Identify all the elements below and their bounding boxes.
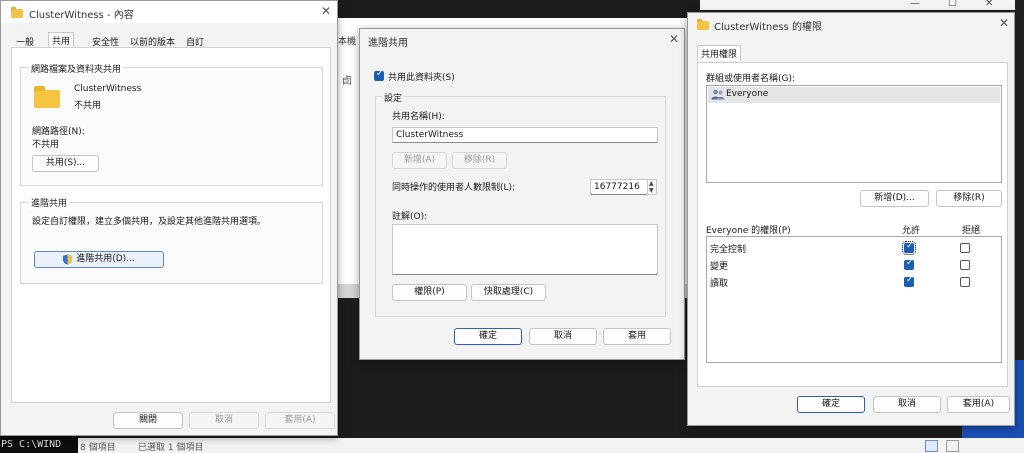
permission-change: 變更 xyxy=(710,262,729,272)
items-count: 8 個項目 xyxy=(80,443,116,453)
permissions-button[interactable]: 權限(P) xyxy=(392,284,467,301)
tab-customize[interactable]: 自訂 xyxy=(183,34,207,48)
permissions-titlebar: ClusterWitness 的權限 ✕ xyxy=(688,13,1014,35)
group-users-label: 群組或使用者名稱(G): xyxy=(706,74,796,84)
uac-shield-icon xyxy=(62,254,73,265)
deny-change-checkbox[interactable] xyxy=(960,260,970,270)
comment-field[interactable] xyxy=(392,224,658,275)
apply-button[interactable]: 套用 xyxy=(603,328,671,345)
sharing-panel: 網路檔案及資料夾共用 ClusterWitness 不共用 網路路徑(N): 不… xyxy=(11,47,331,403)
tab-previous-versions[interactable]: 以前的版本 xyxy=(127,34,178,48)
allow-header: 允許 xyxy=(902,226,921,236)
cancel-button[interactable]: 取消 xyxy=(189,412,259,429)
permissions-dialog: ClusterWitness 的權限 ✕ 共用權限 群組或使用者名稱(G): E… xyxy=(687,12,1015,426)
close-icon[interactable]: ✕ xyxy=(669,32,679,46)
spin-down-icon[interactable]: ▼ xyxy=(649,188,654,194)
folder-name: ClusterWitness xyxy=(74,84,142,94)
share-button[interactable]: 共用(S)... xyxy=(32,155,99,172)
dialog-title: ClusterWitness - 內容 xyxy=(29,10,134,21)
folder-icon xyxy=(34,86,60,108)
user-name: Everyone xyxy=(726,89,769,99)
share-folder-label: 共用此資料夾(S) xyxy=(388,73,455,83)
permission-read: 讀取 xyxy=(710,279,729,289)
network-path-value: 不共用 xyxy=(32,140,60,150)
apply-button[interactable]: 套用(A) xyxy=(947,396,1010,413)
list-item[interactable]: Everyone xyxy=(708,87,1000,103)
permissions-header: Everyone 的權限(P) xyxy=(706,226,791,236)
close-button[interactable]: 關閉 xyxy=(113,412,183,429)
dialog-title: 進階共用 xyxy=(368,38,408,49)
advanced-sharing-dialog: 進階共用 ✕ 共用此資料夾(S) 設定 共用名稱(H): ClusterWitn… xyxy=(359,28,685,360)
advanced-description: 設定自訂權限，建立多個共用，及設定其他進階共用選項。 xyxy=(32,217,267,227)
group-title: 設定 xyxy=(382,91,405,104)
deny-full-control-checkbox[interactable] xyxy=(960,243,970,253)
allow-full-control-checkbox[interactable] xyxy=(902,241,916,255)
properties-dialog: ClusterWitness - 內容 ✕ 一般 共用 安全性 以前的版本 自訂… xyxy=(0,0,338,436)
tiles-view-icon[interactable] xyxy=(946,440,959,452)
folder-icon xyxy=(697,19,709,30)
share-name-label: 共用名稱(H): xyxy=(392,112,445,122)
allow-change-checkbox[interactable] xyxy=(904,258,914,270)
close-icon[interactable]: ✕ xyxy=(999,16,1009,30)
cancel-button[interactable]: 取消 xyxy=(873,396,941,413)
remove-share-button[interactable]: 移除(R) xyxy=(452,152,507,169)
ok-button[interactable]: 確定 xyxy=(797,396,865,413)
tab-security[interactable]: 安全性 xyxy=(89,34,122,48)
deny-read-checkbox[interactable] xyxy=(960,277,970,287)
dialog-title: ClusterWitness 的權限 xyxy=(714,22,822,33)
add-share-button[interactable]: 新增(A) xyxy=(392,152,447,169)
user-limit-field[interactable]: 16777216 xyxy=(590,179,648,195)
tab-sharing[interactable]: 共用 xyxy=(48,32,75,48)
tab-general[interactable]: 一般 xyxy=(13,34,37,48)
users-group-icon xyxy=(711,89,725,100)
deny-header: 拒絕 xyxy=(962,226,981,236)
cancel-button[interactable]: 取消 xyxy=(529,328,597,345)
network-path-label: 網路路徑(N): xyxy=(32,127,85,137)
maximize-icon[interactable]: ☐ xyxy=(948,0,957,9)
group-title: 網路檔案及資料夾共用 xyxy=(29,62,124,75)
comment-label: 註解(O): xyxy=(392,212,428,222)
selected-count: 已選取 1 個項目 xyxy=(138,443,204,453)
allow-read-checkbox[interactable] xyxy=(904,275,914,287)
share-folder-checkbox[interactable] xyxy=(374,69,384,81)
window-controls: — ☐ ✕ xyxy=(700,0,1020,10)
advanced-sharing-button[interactable]: 進階共用(D)... xyxy=(34,251,164,268)
properties-titlebar: ClusterWitness - 內容 ✕ xyxy=(1,1,337,23)
advanced-sharing-label: 進階共用(D)... xyxy=(76,254,135,264)
remove-user-button[interactable]: 移除(R) xyxy=(936,190,1002,207)
permission-full-control: 完全控制 xyxy=(710,245,747,255)
folder-icon xyxy=(11,7,23,18)
users-list[interactable]: Everyone xyxy=(706,85,1002,183)
ok-button[interactable]: 確定 xyxy=(454,328,522,345)
tab-share-permissions[interactable]: 共用權限 xyxy=(697,45,742,61)
user-limit-label: 同時操作的使用者人數限制(L): xyxy=(392,183,516,193)
minimize-icon[interactable]: — xyxy=(910,0,920,9)
add-user-button[interactable]: 新增(D)... xyxy=(860,190,929,207)
permissions-list: 完全控制 變更 讀取 xyxy=(706,236,1002,363)
close-icon[interactable]: ✕ xyxy=(321,4,331,18)
close-icon[interactable]: ✕ xyxy=(985,0,993,9)
share-name-field[interactable]: ClusterWitness xyxy=(392,127,658,143)
group-title: 進階共用 xyxy=(29,196,70,209)
caching-button[interactable]: 快取處理(C) xyxy=(471,284,546,301)
share-permissions-panel: 群組或使用者名稱(G): Everyone 新增(D)... 移除(R) Eve… xyxy=(697,62,1008,387)
apply-button[interactable]: 套用(A) xyxy=(265,412,335,429)
explorer-status-bar: 8 個項目 已選取 1 個項目 xyxy=(78,438,1024,453)
details-view-icon[interactable] xyxy=(925,440,938,452)
background-edge xyxy=(1015,0,1024,360)
powershell-prompt: PS C:\WIND xyxy=(0,436,80,453)
advanced-titlebar: 進階共用 ✕ xyxy=(360,29,684,51)
trash-icon[interactable]: 卣 xyxy=(342,72,352,87)
user-limit-spinner[interactable]: ▲ ▼ xyxy=(647,179,657,195)
folder-share-status: 不共用 xyxy=(74,101,102,111)
